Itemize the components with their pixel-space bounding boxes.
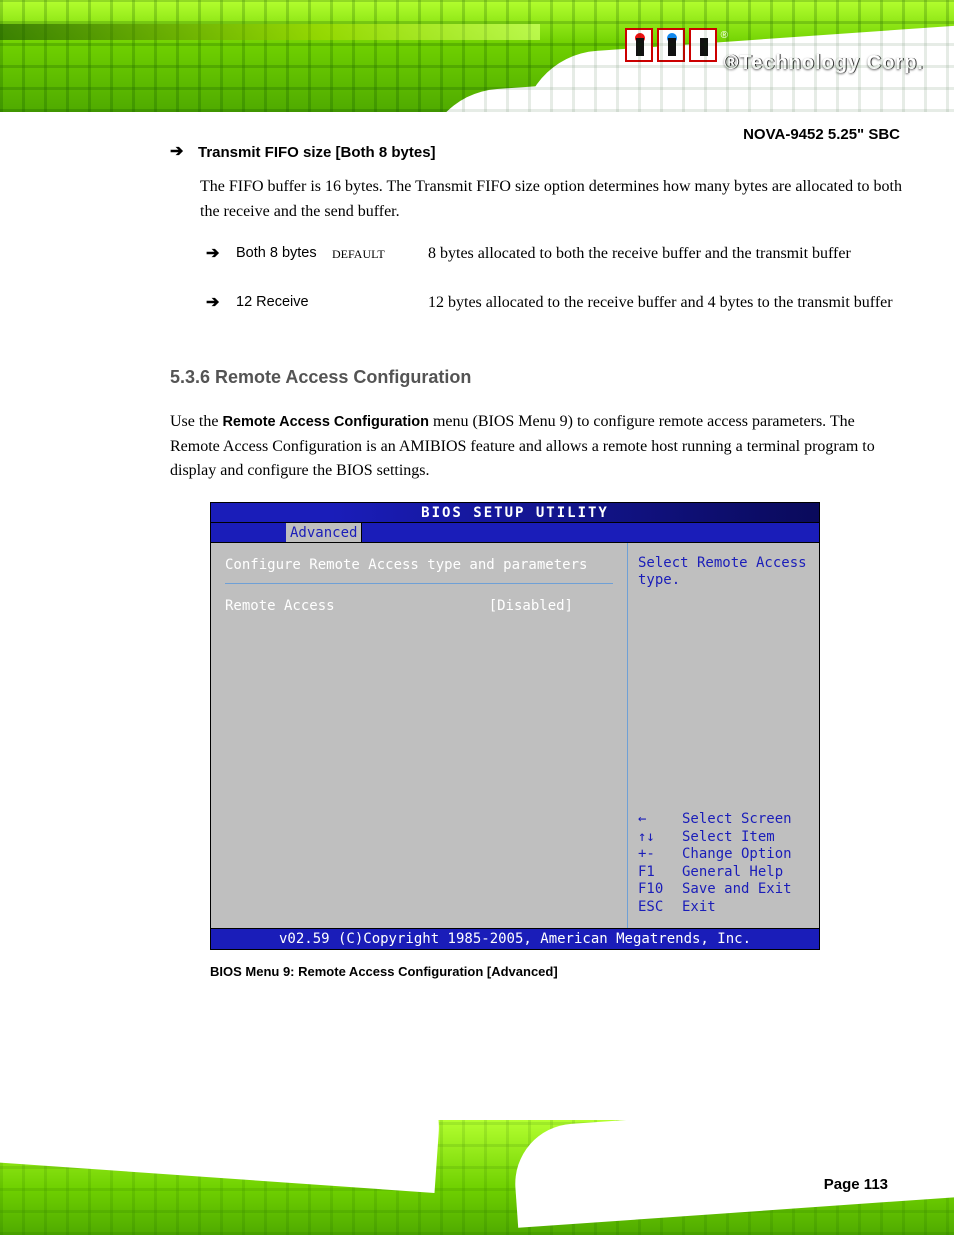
header-strip [0, 24, 540, 40]
key-icon: +- [638, 846, 668, 864]
option-section: ➔ Transmit FIFO size [Both 8 bytes] The … [170, 140, 904, 330]
bios-key-row: F1 General Help [638, 864, 809, 882]
bios-right-panel: Select Remote Access type. ← Select Scree… [627, 543, 819, 928]
figure-caption: BIOS Menu 9: Remote Access Configuration… [210, 962, 904, 982]
bios-setting-label: Remote Access [225, 596, 335, 618]
sub-option-row: ➔ Both 8 bytes DEFAULT 8 bytes allocated… [206, 232, 904, 281]
header-curve [517, 12, 954, 112]
bios-setting-row[interactable]: Remote Access [Disabled] [225, 596, 613, 618]
bios-key-row: ← Select Screen [638, 811, 809, 829]
bios-help-text: Select Remote Access type. [638, 555, 809, 589]
key-icon: F1 [638, 864, 668, 882]
bios-tab-spacer [211, 523, 286, 542]
sub-option-default: DEFAULT [332, 242, 418, 267]
bios-title: BIOS SETUP UTILITY [211, 503, 819, 523]
arrow-right-icon: ➔ [170, 140, 188, 165]
brand-logo: ® [625, 28, 728, 62]
logo-dot-blue-icon [667, 33, 677, 43]
logo-block-i [625, 28, 653, 62]
bios-panel-heading: Configure Remote Access type and paramet… [225, 555, 613, 584]
option-heading: ➔ Transmit FIFO size [Both 8 bytes] [170, 140, 904, 165]
bios-tab-row: Advanced [211, 523, 819, 543]
desc-bold: Remote Access Configuration [222, 414, 429, 430]
bios-key-row: ESC Exit [638, 899, 809, 917]
key-icon: ← [638, 811, 668, 829]
logo-block-e [657, 28, 685, 62]
logo-bar-icon [700, 38, 708, 56]
bios-left-panel: Configure Remote Access type and paramet… [211, 543, 627, 928]
arrow-right-icon: ➔ [206, 291, 224, 316]
sub-option-row: ➔ 12 Receive 12 bytes allocated to the r… [206, 281, 904, 330]
logo-bar-icon [636, 38, 644, 56]
sub-option-key: Both 8 bytes [236, 242, 322, 264]
key-desc: Save and Exit [682, 881, 792, 899]
brand-text: ®Technology Corp. [724, 52, 924, 75]
desc-prefix: Use the [170, 413, 222, 430]
sub-option-desc: 12 bytes allocated to the receive buffer… [428, 291, 904, 316]
sub-options: ➔ Both 8 bytes DEFAULT 8 bytes allocated… [170, 232, 904, 330]
header-band: ® ®Technology Corp. [0, 0, 954, 112]
page-number: Page 113 [818, 1172, 894, 1197]
footer-curve-left [0, 1120, 444, 1193]
page-content: ➔ Transmit FIFO size [Both 8 bytes] The … [0, 140, 954, 1105]
key-desc: Exit [682, 899, 716, 917]
key-icon: F10 [638, 881, 668, 899]
logo-dot-red-icon [635, 33, 645, 43]
bios-tab-advanced[interactable]: Advanced [286, 523, 362, 542]
bios-key-legend: ← Select Screen ↑↓ Select Item +- Change Op… [638, 811, 809, 916]
bios-setting-value: [Disabled] [489, 596, 573, 618]
bios-key-row: F10 Save and Exit [638, 881, 809, 899]
sub-option-key: 12 Receive [236, 291, 322, 313]
key-icon: ESC [638, 899, 668, 917]
section-description: Use the Remote Access Configuration menu… [170, 410, 904, 484]
key-desc: General Help [682, 864, 783, 882]
logo-bar-icon [668, 38, 676, 56]
bios-key-row: +- Change Option [638, 846, 809, 864]
option-body: The FIFO buffer is 16 bytes. The Transmi… [170, 175, 904, 225]
key-desc: Select Item [682, 829, 775, 847]
key-icon: ↑↓ [638, 829, 668, 847]
footer-band [0, 1120, 954, 1235]
bios-main: Configure Remote Access type and paramet… [211, 543, 819, 929]
bios-footer: v02.59 (C)Copyright 1985-2005, American … [211, 929, 819, 949]
option-title: Transmit FIFO size [Both 8 bytes] [198, 141, 436, 164]
registered-mark-icon: ® [721, 30, 728, 41]
bios-screenshot: BIOS SETUP UTILITY Advanced Configure Re… [210, 502, 820, 950]
bios-key-row: ↑↓ Select Item [638, 829, 809, 847]
section-title: 5.3.6 Remote Access Configuration [170, 364, 904, 392]
header-curve2 [417, 46, 954, 112]
arrow-right-icon: ➔ [206, 242, 224, 267]
key-desc: Change Option [682, 846, 792, 864]
key-desc: Select Screen [682, 811, 792, 829]
logo-block-i2 [689, 28, 717, 62]
sub-option-desc: 8 bytes allocated to both the receive bu… [428, 242, 904, 267]
